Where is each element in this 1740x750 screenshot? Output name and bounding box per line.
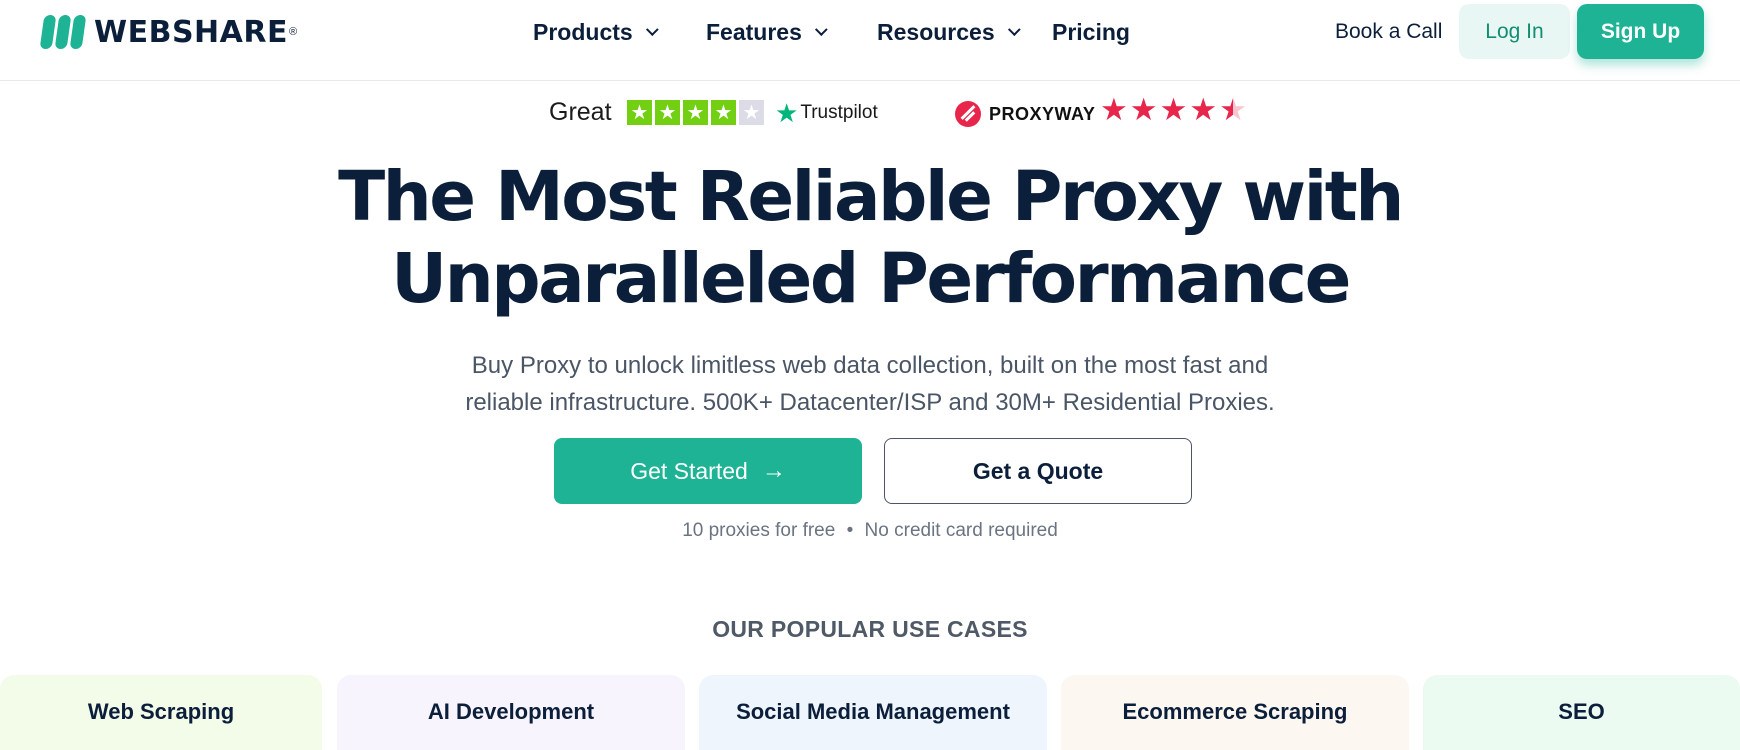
use-case-card-seo[interactable]: SEO [1423, 675, 1740, 750]
nav-resources[interactable]: Resources [877, 14, 1021, 50]
hero-subtitle: Buy Proxy to unlock limitless web data c… [0, 347, 1740, 421]
chevron-down-icon [1007, 22, 1021, 36]
nav-features[interactable]: Features [706, 14, 828, 50]
login-button[interactable]: Log In [1459, 4, 1570, 59]
nav-resources-label: Resources [877, 18, 995, 45]
use-case-label: AI Development [427, 699, 595, 724]
nav-pricing-label: Pricing [1052, 18, 1130, 45]
book-call-link[interactable]: Book a Call [1335, 14, 1442, 50]
hero-subtitle-line1: Buy Proxy to unlock limitless web data c… [471, 352, 1269, 379]
proxyway-star-icon: ★ [1189, 92, 1218, 127]
no-credit-card-text: No credit card required [864, 520, 1058, 541]
use-case-label: Ecommerce Scraping [1122, 699, 1348, 724]
arrow-right-icon: → [761, 457, 786, 484]
proxyway-stars: ★ ★ ★ ★ ★ [1100, 94, 1247, 125]
chevron-down-icon [645, 22, 659, 36]
trustpilot-star-icon: ★ [655, 100, 680, 125]
use-case-card-ai-development[interactable]: AI Development [337, 675, 685, 750]
registered-mark: ® [288, 26, 298, 38]
use-case-card-web-scraping[interactable]: Web Scraping [0, 675, 322, 750]
webshare-logo[interactable]: WEBSHARE ® [39, 14, 298, 50]
nav-features-label: Features [706, 18, 802, 45]
trustpilot-star-icon: ★ [627, 100, 652, 125]
use-cases-heading: OUR POPULAR USE CASES [712, 616, 1028, 642]
webshare-logo-icon [39, 15, 87, 49]
use-case-card-ecommerce[interactable]: Ecommerce Scraping [1061, 675, 1409, 750]
use-case-label: SEO [1558, 699, 1605, 724]
nav-products[interactable]: Products [533, 14, 659, 50]
proxyway-star-icon: ★ [1159, 92, 1188, 127]
proxyway-star-icon: ★ [1219, 92, 1247, 127]
trustpilot-star-icon: ★ [775, 98, 799, 128]
proxyway-logo-icon [955, 101, 981, 127]
hero-subtitle-line2: reliable infrastructure. 500K+ Datacente… [465, 389, 1275, 416]
signup-button[interactable]: Sign Up [1577, 4, 1704, 59]
use-case-card-social-media[interactable]: Social Media Management [699, 675, 1047, 750]
trustpilot-star-icon: ★ [711, 100, 736, 125]
trustpilot-brand: Trustpilot [800, 102, 878, 123]
get-started-button[interactable]: Get Started → [554, 438, 862, 504]
trustpilot-rating-label: Great [549, 98, 612, 126]
hero-title: The Most Reliable Proxy with Unparallele… [0, 156, 1740, 320]
trustpilot-logo[interactable]: ★ Trustpilot [775, 100, 878, 126]
trustpilot-star-icon: ★ [739, 100, 764, 125]
brand-name: WEBSHARE [94, 14, 288, 50]
ratings-bar: Great ★ ★ ★ ★ ★ ★ Trustpilot PROXYWAY ★ ★ ★ ★ ★ [0, 94, 1740, 130]
trustpilot-star-icon: ★ [683, 100, 708, 125]
use-case-label: Social Media Management [736, 699, 1010, 724]
site-header: WEBSHARE ® Products Features Resources Pr… [0, 0, 1740, 81]
hero-title-line2: Unparalleled Performance [391, 239, 1351, 319]
get-started-label: Get Started [630, 457, 748, 484]
proxyway-brand: PROXYWAY [989, 103, 1096, 124]
use-case-label: Web Scraping [87, 699, 235, 724]
free-proxies-text: 10 proxies for free [682, 520, 836, 541]
hero-title-line1: The Most Reliable Proxy with [338, 157, 1404, 237]
separator-dot: • [846, 520, 854, 541]
chevron-down-icon [814, 22, 828, 36]
proxyway-logo[interactable]: PROXYWAY [955, 101, 1095, 127]
proxyway-star-icon: ★ [1129, 92, 1158, 127]
trustpilot-stars: ★ ★ ★ ★ ★ [627, 100, 764, 125]
nav-products-label: Products [533, 18, 633, 45]
get-quote-button[interactable]: Get a Quote [884, 438, 1192, 504]
proxyway-star-icon: ★ [1100, 92, 1128, 127]
nav-pricing[interactable]: Pricing [1052, 14, 1130, 50]
free-trial-note: 10 proxies for free • No credit card req… [0, 520, 1740, 542]
